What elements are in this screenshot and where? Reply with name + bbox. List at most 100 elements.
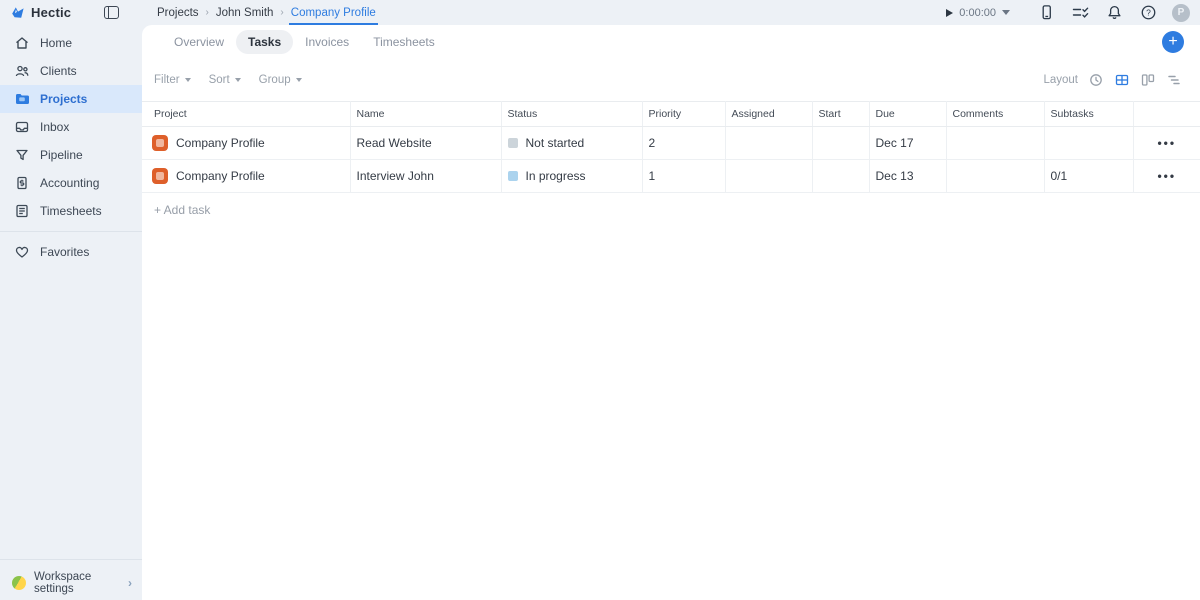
- row-menu-icon[interactable]: •••: [1133, 127, 1200, 160]
- sidebar-item-label: Pipeline: [40, 148, 83, 162]
- priority-cell[interactable]: 1: [642, 160, 725, 193]
- comments-cell[interactable]: [946, 160, 1044, 193]
- table-row[interactable]: Company Profile Read Website Not started…: [142, 127, 1200, 160]
- caret-down-icon: [296, 78, 302, 82]
- task-list-icon[interactable]: [1070, 3, 1090, 23]
- breadcrumb-projects[interactable]: Projects: [157, 7, 199, 19]
- tabs-bar: Overview Tasks Invoices Timesheets +: [142, 25, 1200, 59]
- sidebar-item-inbox[interactable]: Inbox: [0, 113, 142, 141]
- table-layout-icon[interactable]: [1114, 72, 1130, 88]
- home-icon: [14, 35, 30, 51]
- subtasks-cell[interactable]: [1044, 127, 1133, 160]
- add-task-button[interactable]: + Add task: [142, 193, 210, 217]
- history-layout-icon[interactable]: [1088, 72, 1104, 88]
- status-swatch: [508, 138, 518, 148]
- logo[interactable]: Hectic: [0, 5, 104, 21]
- kanban-layout-icon[interactable]: [1140, 72, 1156, 88]
- sort-label: Sort: [209, 74, 230, 86]
- project-cell[interactable]: Company Profile: [176, 136, 265, 150]
- column-header-due[interactable]: Due: [869, 102, 946, 127]
- chevron-down-icon[interactable]: [1002, 10, 1010, 15]
- sidebar-item-label: Accounting: [40, 176, 99, 190]
- timer-value: 0:00:00: [959, 7, 996, 19]
- sidebar-bottom: Workspace settings ›: [0, 553, 142, 600]
- topbar-right: 0:00:00 ? P: [946, 3, 1200, 23]
- sidebar-divider: [0, 231, 142, 232]
- main-content: Overview Tasks Invoices Timesheets + Fil…: [142, 25, 1200, 600]
- due-cell[interactable]: Dec 13: [869, 160, 946, 193]
- due-cell[interactable]: Dec 17: [869, 127, 946, 160]
- table-toolbar: Filter Sort Group Layout: [142, 67, 1200, 93]
- start-cell[interactable]: [812, 160, 869, 193]
- sidebar-item-home[interactable]: Home: [0, 29, 142, 57]
- column-header-start[interactable]: Start: [812, 102, 869, 127]
- column-header-actions: [1133, 102, 1200, 127]
- chevron-right-icon: ›: [280, 7, 283, 18]
- workspace-settings[interactable]: Workspace settings ›: [0, 566, 142, 600]
- accounting-icon: [14, 175, 30, 191]
- inbox-icon: [14, 119, 30, 135]
- status-swatch: [508, 171, 518, 181]
- filter-button[interactable]: Filter: [154, 74, 191, 86]
- group-label: Group: [259, 74, 291, 86]
- app-window: Hectic Projects › John Smith › Company P…: [0, 0, 1200, 600]
- column-header-priority[interactable]: Priority: [642, 102, 725, 127]
- comments-cell[interactable]: [946, 127, 1044, 160]
- sidebar-item-label: Favorites: [40, 245, 89, 259]
- table-row[interactable]: Company Profile Interview John In progre…: [142, 160, 1200, 193]
- help-icon[interactable]: ?: [1138, 3, 1158, 23]
- row-menu-icon[interactable]: •••: [1133, 160, 1200, 193]
- sidebar-divider: [0, 559, 142, 560]
- task-name-cell[interactable]: Interview John: [350, 160, 501, 193]
- status-cell[interactable]: Not started: [526, 136, 585, 150]
- column-header-comments[interactable]: Comments: [946, 102, 1044, 127]
- column-header-name[interactable]: Name: [350, 102, 501, 127]
- layout-label: Layout: [1043, 74, 1078, 86]
- column-header-subtasks[interactable]: Subtasks: [1044, 102, 1133, 127]
- tasks-table: Project Name Status Priority Assigned St…: [142, 101, 1200, 193]
- sidebar-item-accounting[interactable]: Accounting: [0, 169, 142, 197]
- heart-icon: [14, 244, 30, 260]
- notifications-bell-icon[interactable]: [1104, 3, 1124, 23]
- start-cell[interactable]: [812, 127, 869, 160]
- topbar-icons: ? P: [1036, 3, 1190, 23]
- tab-invoices[interactable]: Invoices: [293, 30, 361, 54]
- mobile-app-icon[interactable]: [1036, 3, 1056, 23]
- column-header-assigned[interactable]: Assigned: [725, 102, 812, 127]
- breadcrumb: Projects › John Smith › Company Profile: [157, 0, 376, 25]
- sidebar-item-projects[interactable]: Projects: [0, 85, 142, 113]
- subtasks-cell[interactable]: 0/1: [1044, 160, 1133, 193]
- tab-tasks[interactable]: Tasks: [236, 30, 293, 54]
- tab-overview[interactable]: Overview: [162, 30, 236, 54]
- workspace-settings-label: Workspace settings: [34, 571, 120, 595]
- sidebar-item-pipeline[interactable]: Pipeline: [0, 141, 142, 169]
- status-cell[interactable]: In progress: [526, 169, 586, 183]
- sidebar: Home Clients Projects Inbox: [0, 25, 142, 600]
- filter-label: Filter: [154, 74, 180, 86]
- sidebar-nav: Home Clients Projects Inbox: [0, 25, 142, 225]
- gantt-layout-icon[interactable]: [1166, 72, 1182, 88]
- sort-button[interactable]: Sort: [209, 74, 241, 86]
- sidebar-item-clients[interactable]: Clients: [0, 57, 142, 85]
- column-header-project[interactable]: Project: [142, 102, 350, 127]
- timesheets-icon: [14, 203, 30, 219]
- logo-text: Hectic: [31, 5, 71, 20]
- sidebar-item-label: Projects: [40, 92, 87, 106]
- task-name-cell[interactable]: Read Website: [350, 127, 501, 160]
- timer-control[interactable]: 0:00:00: [946, 7, 1010, 19]
- play-icon[interactable]: [946, 9, 953, 17]
- sidebar-item-favorites[interactable]: Favorites: [0, 238, 142, 266]
- user-avatar[interactable]: P: [1172, 4, 1190, 22]
- priority-cell[interactable]: 2: [642, 127, 725, 160]
- project-cell[interactable]: Company Profile: [176, 169, 265, 183]
- sidebar-item-timesheets[interactable]: Timesheets: [0, 197, 142, 225]
- add-new-button[interactable]: +: [1162, 31, 1184, 53]
- projects-icon: [14, 91, 30, 107]
- column-header-status[interactable]: Status: [501, 102, 642, 127]
- sidebar-item-label: Timesheets: [40, 204, 102, 218]
- tab-timesheets[interactable]: Timesheets: [361, 30, 447, 54]
- breadcrumb-current[interactable]: Company Profile: [291, 0, 376, 25]
- breadcrumb-client[interactable]: John Smith: [216, 7, 274, 19]
- sidebar-toggle-icon[interactable]: [104, 6, 119, 19]
- group-button[interactable]: Group: [259, 74, 302, 86]
